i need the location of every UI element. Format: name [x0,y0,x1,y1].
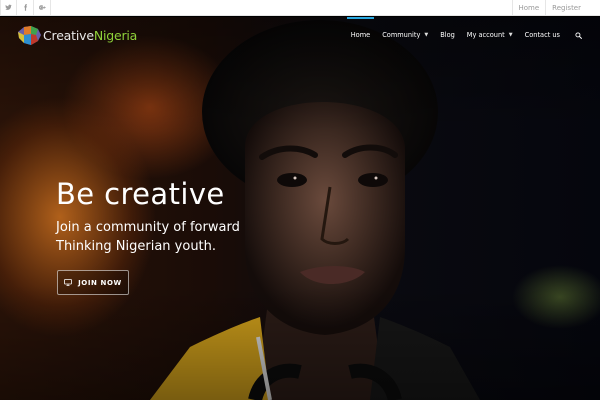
nav-home-label: Home [350,31,371,39]
google-plus-link[interactable] [34,0,51,16]
nav-my-account-label: My account [466,31,505,39]
twitter-link[interactable] [0,0,17,16]
search-icon [574,31,582,39]
nav-community[interactable]: Community ▼ [376,17,434,53]
logo-wordmark: CreativeNigeria [43,28,137,43]
nigeria-map-logo-icon [18,26,41,45]
nav-home[interactable]: Home [345,17,376,53]
main-nav: Home Community ▼ Blog My account ▼ Contact… [345,17,586,53]
hero-headline: Be creative [56,177,225,211]
nav-contact-us-label: Contact us [524,31,560,39]
account-links: Home Register [511,0,600,16]
facebook-link[interactable] [17,0,34,16]
logo-word-creative: Creative [43,27,94,43]
twitter-icon [5,4,12,10]
chevron-down-icon: ▼ [424,32,429,38]
site-logo[interactable]: CreativeNigeria [16,24,137,46]
register-link[interactable]: Register [545,0,600,16]
facebook-icon [23,4,27,11]
hero-caption: Be creative Join a community of forward … [56,178,256,256]
join-now-button[interactable]: JOIN NOW [57,270,129,295]
search-button[interactable] [570,17,586,53]
logo-word-nigeria: Nigeria [93,27,138,43]
social-links [0,0,51,16]
top-utility-bar: Home Register [0,0,600,16]
nav-blog-label: Blog [440,31,455,39]
google-plus-icon [38,5,46,10]
nav-contact-us[interactable]: Contact us [519,17,566,53]
nav-blog[interactable]: Blog [434,17,461,53]
hero-subline: Join a community of forward Thinking Nig… [56,220,240,254]
join-now-label: JOIN NOW [78,278,122,287]
site-header: CreativeNigeria Home Community ▼ Blog My … [0,17,600,53]
chevron-down-icon: ▼ [508,32,513,38]
home-link[interactable]: Home [511,0,546,16]
monitor-icon [64,279,72,286]
nav-community-label: Community [382,31,421,39]
nav-my-account[interactable]: My account ▼ [461,17,519,53]
